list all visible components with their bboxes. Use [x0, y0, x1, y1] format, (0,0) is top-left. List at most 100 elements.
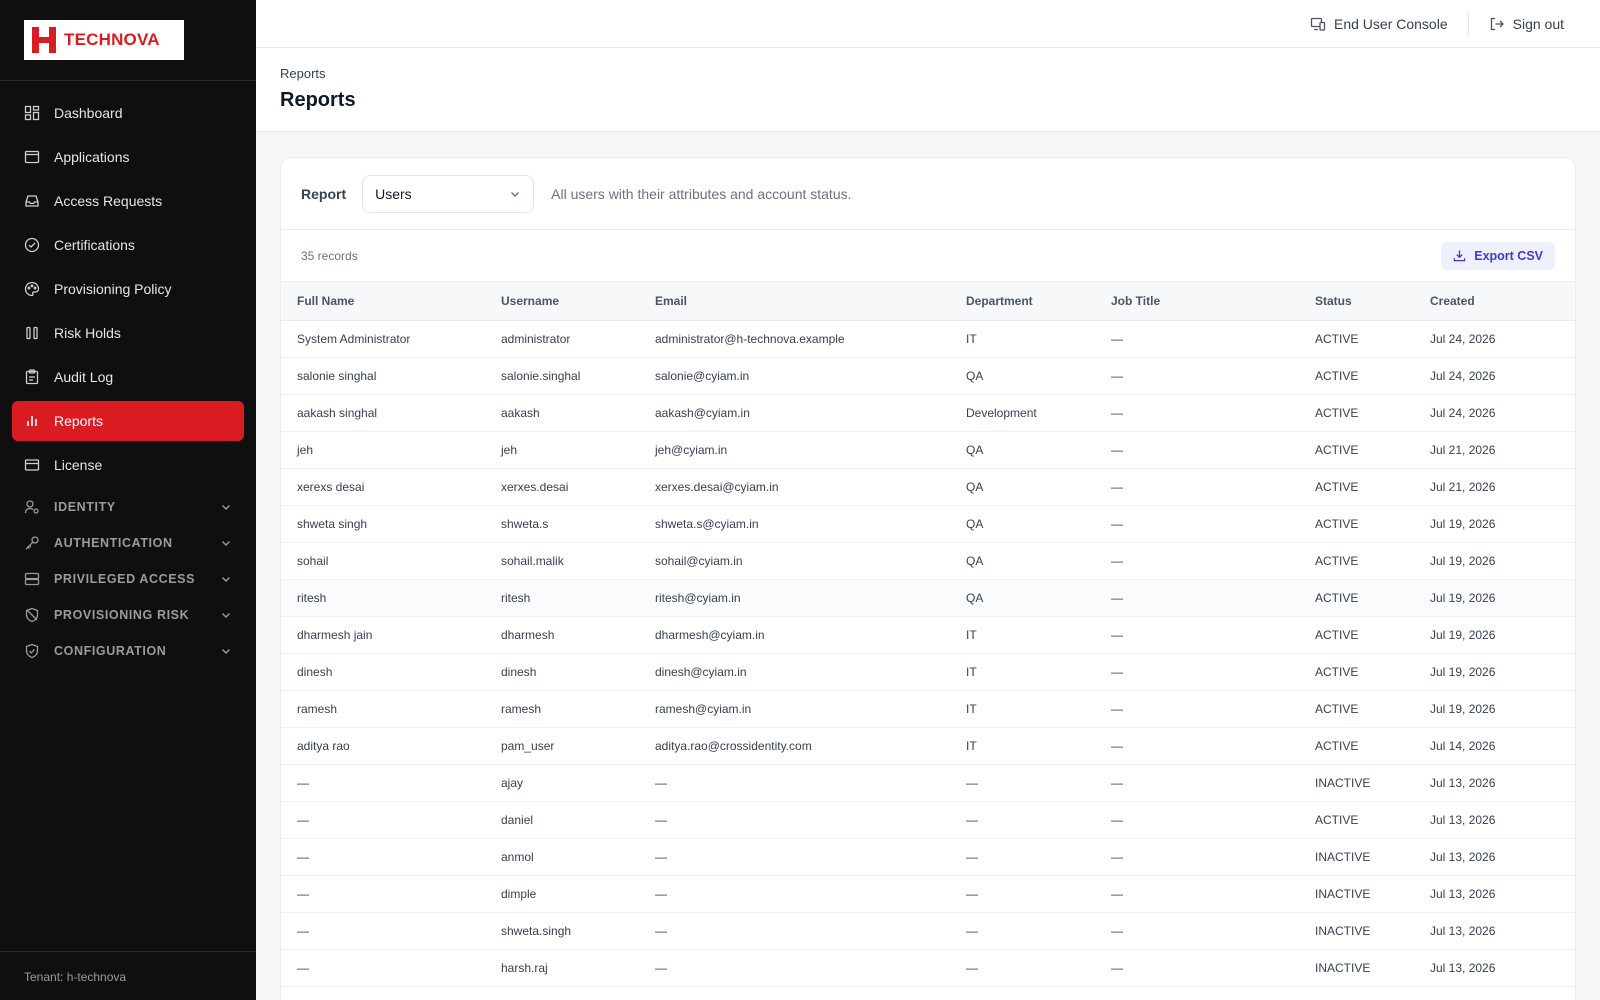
cell-username: dharmesh	[485, 616, 639, 654]
sidebar-item-label: Access Requests	[54, 193, 163, 209]
breadcrumb[interactable]: Reports	[280, 66, 1576, 81]
column-header-department[interactable]: Department	[950, 282, 1095, 321]
cell-username: salonie.singhal	[485, 357, 639, 395]
cell-full-name: —	[281, 838, 485, 876]
cell-department: QA	[950, 468, 1095, 506]
table-row[interactable]: — daniel — — — ACTIVE Jul 13, 2026	[281, 801, 1575, 839]
sidebar-item-license[interactable]: License	[12, 445, 244, 485]
cell-department: —	[950, 912, 1095, 950]
sidebar-item-label: Dashboard	[54, 105, 123, 121]
cell-username: jeh	[485, 431, 639, 469]
cell-status: INACTIVE	[1299, 875, 1414, 913]
table-row[interactable]: — shweta.singh — — — INACTIVE Jul 13, 2026	[281, 912, 1575, 950]
cell-job-title: —	[1095, 505, 1299, 543]
cell-job-title: —	[1095, 801, 1299, 839]
column-header-username[interactable]: Username	[485, 282, 639, 321]
table-row[interactable]: aakash singhal aakash aakash@cyiam.in Devel…	[281, 394, 1575, 432]
cell-department: QA	[950, 505, 1095, 543]
cell-username: aakash	[485, 394, 639, 432]
table-row[interactable]: sohail sohail.malik sohail@cyiam.in QA — ACTI…	[281, 542, 1575, 580]
table-row[interactable]: aditya rao pam_user aditya.rao@crossidenti…	[281, 727, 1575, 765]
column-header-created[interactable]: Created	[1414, 282, 1575, 321]
table-row[interactable]: dinesh dinesh dinesh@cyiam.in IT — ACTIVE Jul …	[281, 653, 1575, 691]
table-row[interactable]: System Administrator administrator adminis…	[281, 320, 1575, 358]
end-user-console-button[interactable]: End User Console	[1296, 16, 1462, 32]
sidebar-group-label: IDENTITY	[54, 500, 116, 514]
table-row[interactable]: ramesh ramesh ramesh@cyiam.in IT — ACTIVE Jul …	[281, 690, 1575, 728]
sidebar-item-dashboard[interactable]: Dashboard	[12, 93, 244, 133]
cell-created: Jul 13, 2026	[1414, 764, 1575, 802]
cell-username: dinesh	[485, 653, 639, 691]
table-row[interactable]: ritesh ritesh ritesh@cyiam.in QA — ACTIVE Jul …	[281, 579, 1575, 617]
table-row[interactable]: jeh jeh jeh@cyiam.in QA — ACTIVE Jul 21, 2026	[281, 431, 1575, 469]
sidebar-group-identity[interactable]: IDENTITY	[12, 489, 244, 525]
sidebar-group-configuration[interactable]: CONFIGURATION	[12, 633, 244, 669]
column-header-full-name[interactable]: Full Name	[281, 282, 485, 321]
cell-full-name: salonie singhal	[281, 357, 485, 395]
sidebar-group-authentication[interactable]: AUTHENTICATION	[12, 525, 244, 561]
sidebar-group-label: PRIVILEGED ACCESS	[54, 572, 196, 586]
cell-department: —	[950, 949, 1095, 987]
cell-email: ritesh@cyiam.in	[639, 579, 950, 617]
cell-full-name: xerexs desai	[281, 468, 485, 506]
window-icon	[24, 150, 40, 164]
sidebar-item-risk-holds[interactable]: Risk Holds	[12, 313, 244, 353]
cell-department: QA	[950, 357, 1095, 395]
cell-username: ritesh	[485, 579, 639, 617]
column-header-status[interactable]: Status	[1299, 282, 1414, 321]
check-circle-icon	[24, 237, 40, 253]
table-row[interactable]: — anmol — — — INACTIVE Jul 13, 2026	[281, 838, 1575, 876]
report-card: Report Users All users with their attrib…	[280, 157, 1576, 1000]
cell-job-title: —	[1095, 616, 1299, 654]
sign-out-icon	[1490, 17, 1504, 30]
sign-out-button[interactable]: Sign out	[1475, 16, 1578, 32]
sidebar-group-provisioning-risk[interactable]: PROVISIONING RISK	[12, 597, 244, 633]
table-row[interactable]: — dimple — — — INACTIVE Jul 13, 2026	[281, 875, 1575, 913]
sidebar-item-label: Certifications	[54, 237, 135, 253]
sidebar-item-provisioning-policy[interactable]: Provisioning Policy	[12, 269, 244, 309]
table-row[interactable]: — harsh.raj — — — INACTIVE Jul 13, 2026	[281, 949, 1575, 987]
sidebar-item-certifications[interactable]: Certifications	[12, 225, 244, 265]
user-gear-icon	[24, 500, 39, 514]
sidebar-group-privileged-access[interactable]: PRIVILEGED ACCESS	[12, 561, 244, 597]
pause-icon	[26, 326, 38, 340]
sidebar-item-reports[interactable]: Reports	[12, 401, 244, 441]
cell-status: ACTIVE	[1299, 616, 1414, 654]
sidebar-item-access-requests[interactable]: Access Requests	[12, 181, 244, 221]
table-row[interactable]: xerexs desai xerxes.desai xerxes.desai@cyi…	[281, 468, 1575, 506]
cell-username: shweta.s	[485, 505, 639, 543]
sidebar-group-label: PROVISIONING RISK	[54, 608, 190, 622]
chevron-down-icon	[222, 577, 230, 582]
cell-email: —	[639, 801, 950, 839]
table-row[interactable]: salonie singhal salonie.singhal salonie@cy…	[281, 357, 1575, 395]
cell-status: ACTIVE	[1299, 505, 1414, 543]
cell-full-name: —	[281, 949, 485, 987]
cell-department: IT	[950, 616, 1095, 654]
brand-logo[interactable]: TECHNOVA	[24, 20, 184, 60]
sidebar-item-audit-log[interactable]: Audit Log	[12, 357, 244, 397]
report-selector-bar: Report Users All users with their attrib…	[281, 158, 1575, 230]
table-row[interactable]: dharmesh jain dharmesh dharmesh@cyiam.in IT…	[281, 616, 1575, 654]
export-csv-button[interactable]: Export CSV	[1441, 241, 1555, 270]
cell-username: dimple	[485, 875, 639, 913]
table-row[interactable]: — ajay — — — INACTIVE Jul 13, 2026	[281, 764, 1575, 802]
cell-created: Jul 19, 2026	[1414, 653, 1575, 691]
table-row[interactable]: shweta singh shweta.s shweta.s@cyiam.in QA —…	[281, 505, 1575, 543]
cell-job-title: —	[1095, 357, 1299, 395]
column-header-email[interactable]: Email	[639, 282, 950, 321]
cell-created: Jul 24, 2026	[1414, 357, 1575, 395]
cell-department: QA	[950, 542, 1095, 580]
topbar-divider	[1467, 12, 1469, 35]
sidebar-item-applications[interactable]: Applications	[12, 137, 244, 177]
column-header-job-title[interactable]: Job Title	[1095, 282, 1299, 321]
cell-email: sohail@cyiam.in	[639, 542, 950, 580]
cell-status: ACTIVE	[1299, 801, 1414, 839]
table-body: System Administrator administrator adminis…	[281, 320, 1575, 987]
cell-email: xerxes.desai@cyiam.in	[639, 468, 950, 506]
bar-chart-icon	[27, 416, 37, 426]
download-icon	[1453, 250, 1466, 262]
sidebar-item-label: Applications	[54, 149, 130, 165]
report-select[interactable]: Users	[362, 174, 535, 213]
cell-department: QA	[950, 579, 1095, 617]
cell-username: xerxes.desai	[485, 468, 639, 506]
